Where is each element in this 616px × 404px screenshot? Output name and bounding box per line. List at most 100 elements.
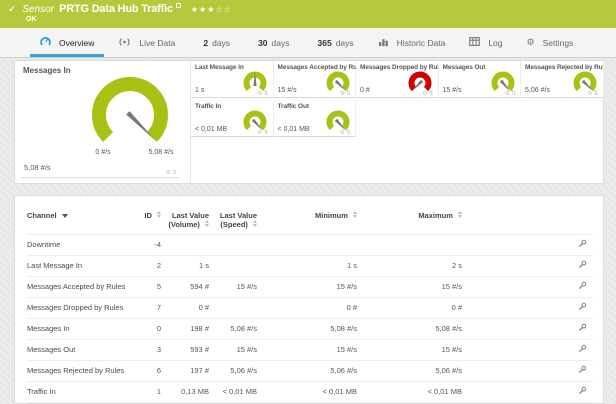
gauge-settings-icons[interactable]: ⚙⇅	[340, 129, 352, 136]
tab-historic-data[interactable]: Historic Data	[366, 28, 458, 57]
column-header-minimum[interactable]: Minimum	[257, 209, 357, 234]
sort-icon	[253, 220, 257, 227]
gauge-last-message-in[interactable]: Last Message In 1 s ⚙⇅	[191, 61, 274, 98]
column-header-actions	[462, 209, 593, 234]
cell-id: 7	[139, 297, 161, 318]
edit-channel-icon[interactable]	[578, 323, 587, 334]
column-header-channel[interactable]: Channel	[27, 209, 139, 234]
cell-channel: Downtime	[27, 234, 139, 255]
tab-bar: Overview Live Data 2 days 30 days 365 da…	[0, 28, 616, 58]
priority-stars[interactable]: ★★★☆☆	[191, 5, 232, 14]
gauge-messages-in-main[interactable]: Messages In 0 #/s 5,08 #/s 5,08 #/s ⚙⇅	[15, 61, 191, 183]
tab-settings[interactable]: ⚙ Settings	[515, 28, 586, 57]
cell-last-value-speed	[209, 255, 257, 276]
sensor-flag-icon	[176, 3, 181, 8]
tab-log[interactable]: Log	[457, 28, 514, 57]
cell-last-value-volume: 1 s	[161, 255, 209, 276]
cell-minimum: 0 #	[257, 297, 357, 318]
table-header-row: Channel ID Last Value (Volume) Last Valu…	[27, 209, 593, 234]
sort-icon	[458, 211, 462, 218]
cell-channel: Last Message In	[27, 255, 139, 276]
channel-table: Channel ID Last Value (Volume) Last Valu…	[27, 209, 593, 404]
tab-2-days[interactable]: 2 days	[187, 28, 242, 57]
table-row-messages-out: Messages Out 3 593 # 15 #/s 15 #/s 15 #/…	[27, 339, 593, 360]
gauge-settings-icons[interactable]: ⚙⇅	[422, 90, 434, 97]
gauge-traffic-out[interactable]: Traffic Out < 0,01 MB ⚙⇅	[274, 100, 357, 137]
edit-channel-icon[interactable]	[578, 239, 587, 250]
cell-minimum: < 0,01 MB	[257, 381, 357, 402]
column-header-maximum[interactable]: Maximum	[357, 209, 462, 234]
gauge-messages-out[interactable]: Messages Out 15 #/s ⚙⇅	[439, 61, 522, 98]
column-header-id[interactable]: ID	[139, 209, 161, 234]
gauge-settings-icons[interactable]: ⚙⇅	[340, 90, 352, 97]
cell-id: 3	[139, 339, 161, 360]
cell-maximum	[357, 234, 462, 255]
cell-last-value-volume: 198 #	[161, 318, 209, 339]
cell-id: 5	[139, 276, 161, 297]
cell-minimum	[257, 234, 357, 255]
prtg-sensor-overview-page: { "header": { "check": "✓", "kind": "Sen…	[0, 0, 616, 404]
main-gauge-value: 5,08 #/s	[24, 163, 51, 172]
cell-id: 2	[139, 255, 161, 276]
gauge-settings-icons[interactable]: ⚙⇅	[505, 90, 517, 97]
gauge-messages-accepted-by-rules[interactable]: Messages Accepted by Rules 15 #/s ⚙⇅	[274, 61, 357, 98]
column-header-last-value-speed[interactable]: Last Value (Speed)	[209, 209, 257, 234]
cell-channel: Messages Accepted by Rules	[27, 276, 139, 297]
settings-tab-icon: ⚙	[527, 37, 535, 48]
gauge-settings-icons[interactable]: ⚙⇅	[166, 169, 178, 176]
cell-last-value-volume: 197 #	[161, 360, 209, 381]
cell-maximum: 15 #/s	[357, 339, 462, 360]
tab-overview[interactable]: Overview	[28, 28, 106, 57]
historic-tab-icon	[378, 37, 389, 49]
cell-id: 1	[139, 381, 161, 402]
overview-tab-icon	[40, 36, 51, 49]
sensor-title: PRTG Data Hub Traffic	[59, 3, 173, 15]
object-kind-label: Sensor	[22, 4, 54, 15]
sort-icon	[205, 220, 209, 227]
gauge-messages-dropped-by-rules[interactable]: Messages Dropped by Rules 0 # ⚙⇅	[356, 61, 439, 98]
table-row-traffic-in: Traffic In 1 0,13 MB < 0,01 MB < 0,01 MB…	[27, 381, 593, 402]
main-gauge-scale-min: 0 #/s	[78, 149, 128, 156]
log-tab-icon	[469, 37, 480, 48]
sort-icon	[353, 211, 357, 218]
small-gauges-row-1: Last Message In 1 s ⚙⇅ Messages Accepted…	[191, 61, 604, 98]
cell-minimum: 5,06 #/s	[257, 360, 357, 381]
tab-live-data[interactable]: Live Data	[106, 28, 187, 57]
cell-last-value-speed: 15 #/s	[209, 339, 257, 360]
cell-last-value-volume: 0 #	[161, 297, 209, 318]
cell-maximum: < 0,01 MB	[357, 381, 462, 402]
sort-icon	[157, 211, 161, 218]
cell-id: 6	[139, 360, 161, 381]
tab-30-days[interactable]: 30 days	[242, 28, 301, 57]
cell-last-value-volume: 0,13 MB	[161, 381, 209, 402]
small-gauges-row-2: Traffic In < 0,01 MB ⚙⇅ Traffic Out < 0,…	[191, 100, 604, 137]
status-badge: OK	[26, 16, 37, 23]
cell-minimum: 15 #/s	[257, 339, 357, 360]
cell-last-value-speed	[209, 297, 257, 318]
gauge-settings-icons[interactable]: ⚙⇅	[257, 90, 269, 97]
gauge-settings-icons[interactable]: ⚙⇅	[257, 129, 269, 136]
table-row-downtime: Downtime -4	[27, 234, 593, 255]
cell-maximum: 2 s	[357, 255, 462, 276]
gauge-traffic-in[interactable]: Traffic In < 0,01 MB ⚙⇅	[191, 100, 274, 137]
tab-365-days[interactable]: 365 days	[302, 28, 366, 57]
edit-channel-icon[interactable]	[578, 260, 587, 271]
cell-minimum: 1 s	[257, 255, 357, 276]
cell-maximum: 15 #/s	[357, 276, 462, 297]
cell-id: 0	[139, 318, 161, 339]
edit-channel-icon[interactable]	[578, 365, 587, 376]
cell-maximum: 0 #	[357, 297, 462, 318]
column-header-last-value-volume[interactable]: Last Value (Volume)	[161, 209, 209, 234]
table-row-last-message-in: Last Message In 2 1 s 1 s 2 s	[27, 255, 593, 276]
edit-channel-icon[interactable]	[578, 386, 587, 397]
gauge-settings-icons[interactable]: ⚙⇅	[587, 90, 599, 97]
edit-channel-icon[interactable]	[578, 302, 587, 313]
edit-channel-icon[interactable]	[578, 281, 587, 292]
cell-last-value-speed	[209, 234, 257, 255]
cell-last-value-speed: 15 #/s	[209, 276, 257, 297]
gauge-messages-rejected-by-rules[interactable]: Messages Rejected by Rules 5,06 #/s ⚙⇅	[521, 61, 604, 98]
edit-channel-icon[interactable]	[578, 344, 587, 355]
cell-minimum: 5,08 #/s	[257, 318, 357, 339]
status-ok-check-icon: ✓	[8, 4, 16, 15]
gauges-panel: Messages In 0 #/s 5,08 #/s 5,08 #/s ⚙⇅ L…	[14, 60, 604, 184]
